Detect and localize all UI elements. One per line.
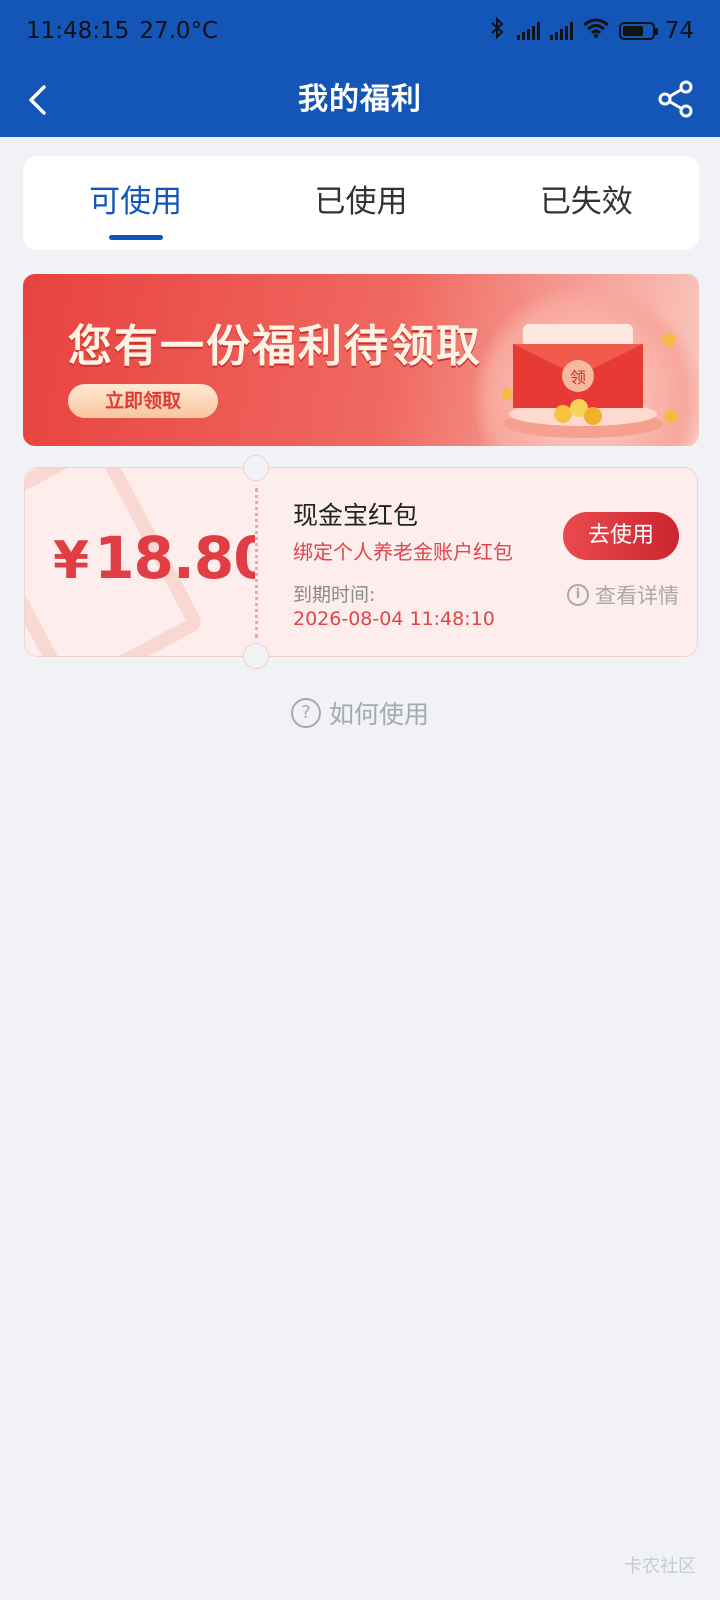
battery-level: 74: [664, 18, 694, 44]
status-left: 11:48:15 27.0°C: [26, 18, 218, 44]
welfare-banner[interactable]: 您有一份福利待领取 立即领取 领: [23, 274, 699, 446]
question-icon: ?: [290, 698, 321, 728]
tab-expired[interactable]: 已失效: [496, 156, 676, 250]
bluetooth-icon: [487, 16, 507, 45]
how-to-use-link[interactable]: ? 如何使用: [0, 695, 720, 731]
status-bar: 11:48:15 27.0°C 74: [0, 0, 720, 62]
wifi-icon: [582, 18, 609, 44]
watermark: 卡农社区: [624, 1556, 696, 1577]
tab-bar: 可使用 已使用 已失效: [23, 156, 699, 250]
coupon-notch-top: [243, 455, 269, 481]
coupon-title: 现金宝红包: [293, 501, 419, 530]
share-icon[interactable]: [658, 80, 694, 118]
tab-available[interactable]: 可使用: [46, 156, 226, 250]
coupon-notch-bottom: [243, 643, 269, 669]
red-packet-icon: 领: [493, 304, 693, 446]
status-time: 11:48:15: [26, 18, 130, 44]
amount-value: 18.80: [94, 524, 255, 592]
coupon-amount-area: ¥18.80: [25, 468, 255, 656]
battery-icon: [618, 22, 658, 40]
coupon-card: ¥18.80 现金宝红包 绑定个人养老金账户红包 到期时间: 2026-08-0…: [24, 455, 698, 669]
page-title: 我的福利: [298, 82, 422, 117]
expiry-value: 2026-08-04 11:48:10: [293, 608, 495, 630]
use-button[interactable]: 去使用: [563, 512, 679, 560]
banner-title: 您有一份福利待领取: [68, 321, 482, 372]
expiry-label: 到期时间:: [293, 584, 376, 606]
coupon-amount: ¥18.80: [53, 524, 255, 592]
status-temperature: 27.0°C: [139, 18, 219, 44]
signal-icon-2: [549, 22, 573, 40]
details-label: 查看详情: [595, 584, 679, 608]
currency-symbol: ¥: [53, 531, 89, 591]
info-icon: i: [567, 584, 589, 606]
status-right: 74: [487, 16, 694, 45]
packet-text: 领: [570, 368, 586, 387]
battery-fill: [622, 26, 644, 36]
coupon-divider: [255, 488, 258, 638]
view-details-link[interactable]: i 查看详情: [567, 580, 679, 610]
navbar: 我的福利: [0, 62, 720, 137]
tab-used[interactable]: 已使用: [271, 156, 451, 250]
claim-now-button[interactable]: 立即领取: [68, 384, 218, 418]
coupon-description: 绑定个人养老金账户红包: [293, 540, 513, 564]
signal-icon: [516, 22, 540, 40]
how-to-use-label: 如何使用: [328, 700, 429, 729]
